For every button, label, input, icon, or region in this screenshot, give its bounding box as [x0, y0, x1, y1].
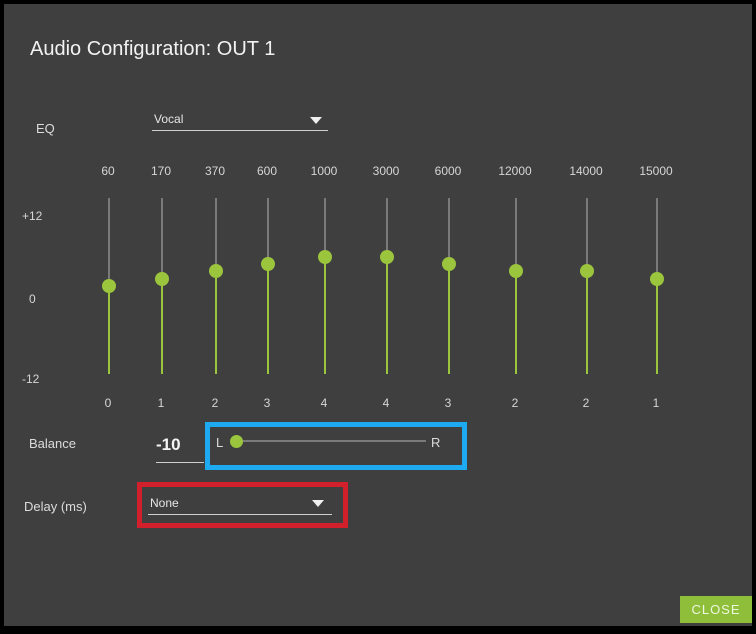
delay-select[interactable]: None [148, 492, 332, 515]
eq-band-gain-label: 3 [263, 396, 271, 410]
eq-band-slider-handle[interactable] [155, 271, 169, 286]
balance-slider-highlight [205, 422, 467, 470]
eq-band-slider[interactable] [650, 198, 664, 374]
eq-band-gain-label: 2 [211, 396, 219, 410]
eq-band-gain-label: 0 [104, 396, 112, 410]
eq-band-slider-fill [108, 286, 110, 374]
eq-band-slider-fill [386, 256, 388, 374]
eq-band-slider[interactable] [261, 198, 275, 374]
delay-label: Delay (ms) [24, 499, 87, 514]
eq-band-slider-fill [161, 278, 163, 374]
eq-band-slider-fill [324, 256, 326, 374]
eq-preset-value: Vocal [154, 112, 184, 126]
eq-band-slider-fill [515, 271, 517, 374]
balance-slider-handle[interactable] [230, 435, 243, 448]
eq-band-slider[interactable] [580, 198, 594, 374]
balance-value-field[interactable]: -10 [156, 434, 204, 463]
chevron-down-icon [310, 117, 322, 124]
eq-band-gain-label: 4 [320, 396, 328, 410]
eq-band-freq-label: 170 [150, 164, 172, 178]
eq-band-slider-fill [586, 271, 588, 374]
eq-band-slider-fill [448, 264, 450, 374]
eq-band-slider-handle[interactable] [380, 249, 394, 264]
eq-band-slider-handle[interactable] [442, 257, 456, 271]
eq-label: EQ [36, 121, 55, 136]
eq-band-gain-label: 2 [511, 396, 519, 410]
eq-band-slider-handle[interactable] [318, 249, 332, 264]
eq-preset-select[interactable]: Vocal [152, 108, 328, 131]
eq-band-slider-fill [656, 278, 658, 374]
eq-band-freq-label: 6000 [434, 164, 462, 178]
balance-value: -10 [156, 435, 181, 454]
eq-band-gain-label: 1 [652, 396, 660, 410]
eq-band-freq-label: 12000 [498, 164, 532, 178]
eq-band-slider[interactable] [318, 198, 332, 374]
eq-band-slider-fill [215, 271, 217, 374]
eq-band-freq-label: 3000 [372, 164, 400, 178]
balance-right-label: R [431, 435, 441, 450]
eq-band-gain-label: 3 [444, 396, 452, 410]
eq-scale-min: -12 [22, 372, 40, 386]
delay-value: None [150, 496, 179, 510]
eq-band-gain-label: 2 [582, 396, 590, 410]
eq-band-gain-label: 1 [157, 396, 165, 410]
eq-band-slider-fill [267, 264, 269, 374]
dialog-title: Audio Configuration: OUT 1 [30, 38, 276, 60]
eq-band-slider-handle[interactable] [261, 257, 275, 271]
balance-left-label: L [216, 435, 224, 450]
eq-band-slider-handle[interactable] [102, 279, 116, 293]
eq-band-slider-handle[interactable] [580, 264, 594, 279]
eq-band-slider[interactable] [380, 198, 394, 374]
audio-config-dialog: Audio Configuration: OUT 1 EQ Vocal +12 … [4, 4, 752, 626]
eq-band-slider-handle[interactable] [509, 264, 523, 279]
eq-band-freq-label: 15000 [639, 164, 673, 178]
eq-band-slider[interactable] [102, 198, 116, 374]
eq-band-freq-label: 600 [256, 164, 278, 178]
close-button[interactable]: CLOSE [680, 596, 752, 623]
eq-band-slider[interactable] [209, 198, 223, 374]
eq-band-slider[interactable] [509, 198, 523, 374]
chevron-down-icon [312, 500, 324, 507]
eq-scale-max: +12 [22, 209, 43, 223]
eq-band-freq-label: 1000 [310, 164, 338, 178]
eq-band-slider[interactable] [442, 198, 456, 374]
eq-band-freq-label: 370 [204, 164, 226, 178]
eq-band-slider[interactable] [155, 198, 169, 374]
balance-label: Balance [29, 436, 76, 451]
eq-band-slider-handle[interactable] [650, 271, 664, 286]
eq-band-freq-label: 60 [101, 164, 115, 178]
eq-band-gain-label: 4 [382, 396, 390, 410]
balance-slider-track[interactable] [234, 440, 426, 442]
eq-scale-mid: 0 [29, 292, 36, 306]
eq-band-slider-handle[interactable] [209, 264, 223, 279]
eq-band-freq-label: 14000 [569, 164, 603, 178]
